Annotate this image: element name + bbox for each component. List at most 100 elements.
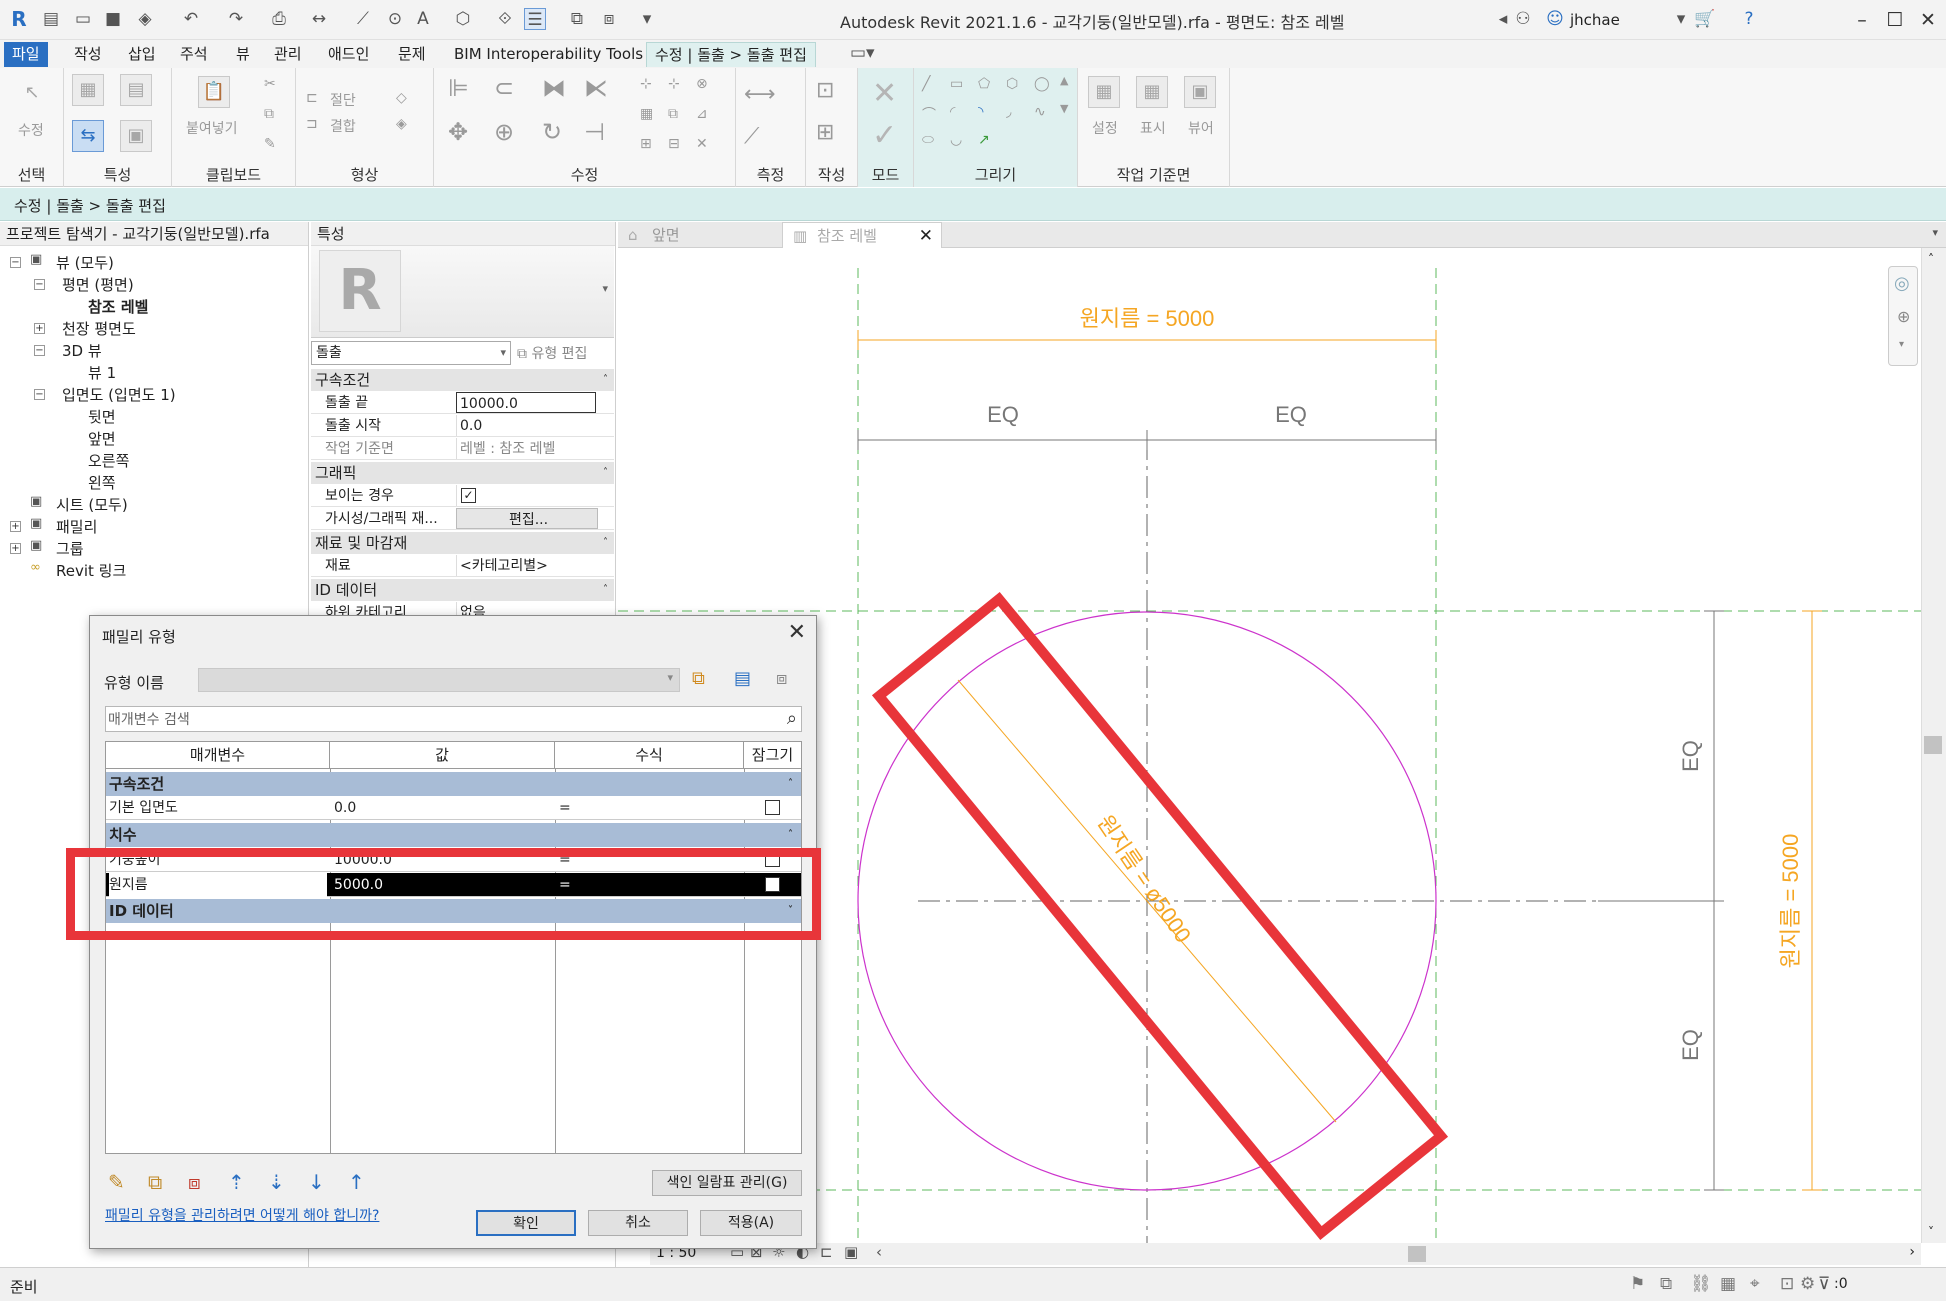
lookup-tables-button[interactable]: 색인 일람표 관리(G) [652, 1170, 802, 1196]
dialog-close-icon[interactable]: ✕ [788, 620, 806, 645]
ellipse-icon[interactable]: ⬭ [922, 132, 934, 148]
delete-type-icon[interactable]: ⧈ [776, 668, 787, 689]
text-icon[interactable]: A [412, 8, 434, 30]
tree-toggle-icon[interactable]: − [34, 389, 45, 400]
3d-view-icon[interactable]: ⬡ [452, 8, 474, 30]
tree-toggle-icon[interactable]: − [10, 257, 21, 268]
eq-dimension-top[interactable] [857, 430, 1437, 450]
eq-left-label[interactable]: EQ [987, 402, 1019, 427]
collapse-icon[interactable]: ˄ [788, 823, 793, 847]
array-icon[interactable]: ▦ [640, 106, 653, 122]
switch-windows-icon[interactable]: ⧈ [598, 8, 620, 30]
align-icon[interactable]: ⊫ [448, 74, 469, 102]
split-icon[interactable]: ⊹ [640, 76, 652, 92]
col-header-lock[interactable]: 잠그기 [744, 742, 801, 769]
tree-toggle-icon[interactable]: + [10, 521, 21, 532]
visible-checkbox[interactable]: ✓ [461, 488, 476, 503]
param-row-default-elevation[interactable]: 기본 입면도 0.0 = [106, 796, 801, 820]
browser-item[interactable]: 앞면 [88, 428, 116, 449]
sort-ascending-icon[interactable]: ↓ [308, 1170, 325, 1194]
cancel-edit-icon[interactable]: ✕ [872, 76, 897, 111]
print-icon[interactable]: ⎙ [268, 8, 290, 30]
type-name-select[interactable]: ▾ [198, 668, 680, 692]
select-panel-label[interactable]: 선택 [0, 164, 63, 185]
pin-icon[interactable]: ⊿ [696, 106, 708, 122]
tab-bim-interop[interactable]: BIM Interoperability Tools [446, 42, 651, 67]
tab-front-view[interactable]: ⌂ 앞면 [618, 222, 778, 248]
worksets-icon[interactable]: ⚑ [1630, 1274, 1645, 1294]
draw-scroll-up-icon[interactable]: ▲ [1060, 74, 1068, 87]
circumscribed-polygon-icon[interactable]: ⬡ [1006, 76, 1018, 92]
tag-icon[interactable]: ⊙ [384, 8, 406, 30]
cut-icon[interactable]: ✂ [264, 76, 276, 92]
scale-icon[interactable]: ⧉ [668, 106, 678, 122]
paste-icon[interactable]: 📋 [198, 76, 230, 108]
dimension-top[interactable] [857, 330, 1437, 350]
rename-type-icon[interactable]: ▤ [734, 668, 751, 689]
tab-view[interactable]: 뷰 [228, 42, 258, 67]
trim-extend-icon[interactable]: ⊞ [640, 136, 652, 152]
viewer-label[interactable]: 뷰어 [1188, 118, 1214, 138]
collapse-icon[interactable]: ˄ [788, 772, 793, 796]
undo-icon[interactable]: ↶ [180, 8, 202, 30]
prop-section-materials[interactable]: 재료 및 마감재 ˄ [311, 532, 614, 554]
browser-item[interactable]: 입면도 (입면도 1) [62, 384, 176, 405]
trim-icon[interactable]: ⊣ [584, 118, 605, 146]
browser-item[interactable]: 뷰 (모두) [56, 252, 114, 273]
geometry-icon-2[interactable]: ◈ [396, 116, 407, 132]
mirror-draw-icon[interactable]: ⧔ [584, 74, 608, 102]
eq-vertical-bottom-label[interactable]: EQ [1678, 1029, 1703, 1061]
line-icon[interactable]: ╱ [922, 76, 930, 92]
offset-icon[interactable]: ⊂ [494, 74, 514, 102]
horizontal-scroll-thumb[interactable] [1408, 1246, 1426, 1262]
col-header-parameter[interactable]: 매개변수 [106, 742, 330, 769]
delete-icon[interactable]: ✕ [696, 136, 708, 152]
dimension-tool-icon[interactable]: ⟋ [744, 124, 759, 149]
close-tab-icon[interactable]: ✕ [919, 223, 933, 249]
save-icon[interactable]: ■ [102, 8, 124, 30]
browser-item[interactable]: 천장 평면도 [62, 318, 136, 339]
crop-view-icon[interactable]: ⊏ [820, 1243, 833, 1261]
search-icon[interactable]: ⌕ [787, 708, 797, 729]
eq-dimension-vertical[interactable] [1598, 610, 1724, 1191]
qat-menu-icon[interactable]: ▾ [636, 8, 658, 30]
close-hidden-icon[interactable]: ⧉ [566, 8, 588, 30]
geometry-icon-1[interactable]: ◇ [396, 90, 407, 106]
select-links-icon[interactable]: ⛓ [1690, 1274, 1712, 1294]
join-geometry-label[interactable]: 결합 [330, 116, 356, 136]
tab-insert[interactable]: 삽입 [120, 42, 164, 67]
filter-icon[interactable]: ⊽ [1818, 1274, 1830, 1294]
design-options-icon[interactable]: ⧉ [1660, 1274, 1672, 1294]
navigation-bar[interactable]: ◎ ⊕ ▾ [1888, 266, 1918, 366]
tree-toggle-icon[interactable]: − [34, 279, 45, 290]
move-up-icon[interactable]: ⇡ [228, 1170, 245, 1194]
user-menu-icon[interactable]: ▾ [1670, 8, 1692, 30]
extrusion-start-input[interactable]: 0.0 [456, 415, 606, 436]
copy-icon[interactable]: ⧉ [264, 106, 274, 122]
minimize-button[interactable]: – [1845, 6, 1879, 34]
lock-checkbox[interactable] [765, 800, 780, 815]
col-header-formula[interactable]: 수식 [555, 742, 744, 769]
material-value[interactable]: <카테고리별> [456, 555, 606, 576]
param-formula[interactable]: = [559, 796, 739, 820]
select-face-icon[interactable]: ⊡ [1780, 1274, 1794, 1294]
apply-button[interactable]: 적용(A) [700, 1210, 802, 1236]
match-icon[interactable]: ✎ [264, 136, 276, 152]
param-value[interactable]: 0.0 [334, 796, 552, 820]
tab-manage[interactable]: 관리 [266, 42, 310, 67]
inscribed-polygon-icon[interactable]: ⬠ [978, 76, 990, 92]
scroll-left-icon[interactable]: ‹ [876, 1243, 882, 1261]
dimension-right[interactable] [1802, 610, 1822, 1191]
section-constraints[interactable]: 구속조건 ˄ [106, 772, 801, 796]
tab-architecture[interactable]: 작성 [66, 42, 110, 67]
tab-modify-extrusion[interactable]: 수정 | 돌출 > 돌출 편집 [646, 42, 816, 67]
redo-icon[interactable]: ↷ [225, 8, 247, 30]
measure-icon[interactable]: ↔ [308, 8, 330, 30]
show-crop-icon[interactable]: ▣ [844, 1243, 858, 1261]
browser-item[interactable]: 오른쪽 [88, 450, 129, 471]
scroll-down-icon[interactable]: ˅ [1928, 1225, 1934, 1239]
pick-lines-icon[interactable]: ↗ [978, 132, 990, 148]
select-underlay-icon[interactable]: ▦ [1720, 1274, 1736, 1294]
maximize-button[interactable]: ☐ [1878, 6, 1912, 34]
tab-annotate[interactable]: 주석 [172, 42, 216, 67]
